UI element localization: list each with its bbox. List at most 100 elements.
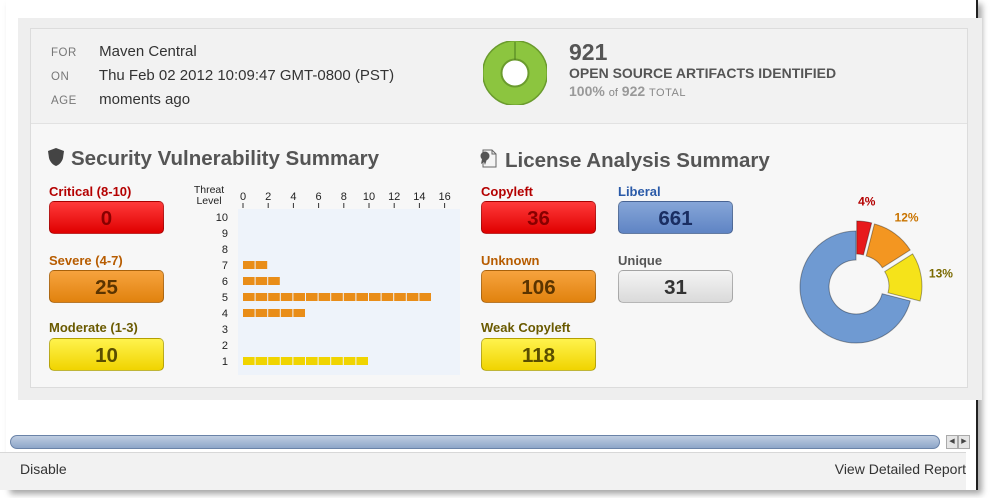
license-document-icon: [480, 149, 497, 168]
artifacts-percent: 100%: [569, 83, 605, 99]
security-title: Security Vulnerability Summary: [71, 147, 379, 170]
bar-segment: [343, 293, 356, 301]
summary-card: FOR Maven Central ON Thu Feb 02 2012 10:…: [30, 28, 968, 388]
x-tick-label: 8: [341, 191, 347, 203]
x-tick-label: 14: [413, 191, 425, 203]
donut-slice-label: 13%: [929, 267, 953, 281]
bar-segment: [280, 357, 293, 365]
scroll-left-button[interactable]: ◀: [946, 435, 958, 449]
severe-label: Severe (4-7): [49, 253, 123, 268]
for-value: Maven Central: [99, 43, 197, 60]
meta-on: ON Thu Feb 02 2012 10:09:47 GMT-0800 (PS…: [51, 67, 394, 84]
moderate-count[interactable]: 10: [49, 338, 164, 371]
bar-segment: [268, 357, 280, 365]
bar-segment: [381, 293, 394, 301]
y-tick-label: 9: [222, 228, 228, 240]
bar-segment: [243, 309, 255, 317]
weak-copyleft-count[interactable]: 118: [481, 338, 596, 371]
artifacts-count: 921: [569, 39, 608, 65]
y-tick-label: 8: [222, 244, 228, 256]
disable-link[interactable]: Disable: [20, 461, 67, 477]
artifacts-total-number: 922: [621, 83, 646, 99]
license-title-row: License Analysis Summary: [479, 147, 770, 173]
bar-segment: [293, 293, 305, 301]
meta-for: FOR Maven Central: [51, 43, 197, 60]
y-tick-label: 7: [222, 260, 228, 272]
bar-segment: [268, 309, 280, 317]
on-label: ON: [51, 71, 70, 83]
bar-segment: [406, 293, 419, 301]
bar-segment: [243, 261, 255, 269]
age-value: moments ago: [99, 91, 191, 108]
view-detailed-report-link[interactable]: View Detailed Report: [835, 461, 966, 477]
y-tick-label: 1: [222, 356, 228, 368]
bar-segment: [343, 357, 356, 365]
x-tick-label: 2: [265, 191, 271, 203]
artifacts-total: 100% of 922 TOTAL: [569, 83, 686, 99]
bar-segment: [356, 293, 368, 301]
artifacts-of: of: [608, 87, 618, 99]
bar-segment: [255, 293, 268, 301]
critical-count[interactable]: 0: [49, 201, 164, 234]
y-tick-label: 5: [222, 292, 228, 304]
donut-slice-label: 12%: [895, 210, 919, 224]
x-tick-label: 10: [363, 191, 375, 203]
bar-segment: [255, 261, 268, 269]
bar-segment: [306, 293, 318, 301]
severe-count[interactable]: 25: [49, 270, 164, 303]
shield-icon: [48, 148, 64, 166]
meta-age: AGE moments ago: [51, 91, 190, 108]
bar-segment: [268, 277, 280, 285]
bar-segment: [318, 293, 331, 301]
y-tick-label: 4: [222, 308, 228, 320]
scrollbar-thumb[interactable]: [10, 435, 940, 449]
for-label: FOR: [51, 47, 77, 59]
unique-label: Unique: [618, 253, 663, 268]
bar-segment: [293, 309, 305, 317]
bar-segment: [243, 277, 255, 285]
liberal-count[interactable]: 661: [618, 201, 733, 234]
y-tick-label: 3: [222, 324, 228, 336]
x-tick-label: 6: [316, 191, 322, 203]
artifacts-total-label: TOTAL: [649, 87, 686, 99]
license-title: License Analysis Summary: [505, 149, 770, 172]
x-tick-label: 16: [438, 191, 450, 203]
artifacts-label: OPEN SOURCE ARTIFACTS IDENTIFIED: [569, 65, 837, 81]
copyleft-count[interactable]: 36: [481, 201, 596, 234]
y-tick-label: 2: [222, 340, 228, 352]
moderate-label: Moderate (1-3): [49, 320, 138, 335]
bar-segment: [243, 357, 255, 365]
horizontal-scrollbar[interactable]: ◀ ▶: [10, 435, 970, 449]
unknown-count[interactable]: 106: [481, 270, 596, 303]
bar-segment: [293, 357, 305, 365]
threat-level-chart: Threat Level 0 2 4 6 8 10 12 14 16 10 9 8 7 6 5 4 3 2 1: [186, 184, 462, 375]
unknown-label: Unknown: [481, 253, 540, 268]
bar-segment: [280, 293, 293, 301]
bar-segment: [280, 309, 293, 317]
license-donut-chart: 4% 12% 13%: [799, 195, 953, 344]
footer-bar: Disable View Detailed Report: [0, 452, 966, 490]
bar-segment: [318, 357, 331, 365]
bar-segment: [356, 357, 368, 365]
bar-segment: [268, 293, 280, 301]
copyleft-label: Copyleft: [481, 184, 533, 199]
critical-label: Critical (8-10): [49, 184, 132, 199]
bar-segment: [255, 357, 268, 365]
bar-segment: [419, 293, 431, 301]
bar-segment: [255, 309, 268, 317]
bar-segment: [331, 357, 343, 365]
donut-slice-label: 4%: [858, 195, 876, 209]
threat-bars: 0 2 4 6 8 10 12 14 16 10 9 8 7 6 5 4 3 2 1: [216, 191, 451, 368]
scroll-right-button[interactable]: ▶: [958, 435, 970, 449]
age-label: AGE: [51, 95, 77, 107]
unique-count[interactable]: 31: [618, 270, 733, 303]
artifacts-donut: [483, 41, 547, 105]
y-tick-label: 10: [216, 212, 228, 224]
bar-segment: [306, 357, 318, 365]
liberal-label: Liberal: [618, 184, 661, 199]
y-tick-label: 6: [222, 276, 228, 288]
x-tick-label: 0: [240, 191, 246, 203]
on-value: Thu Feb 02 2012 10:09:47 GMT-0800 (PST): [98, 67, 395, 84]
bar-segment: [369, 293, 381, 301]
security-title-row: Security Vulnerability Summary: [47, 147, 379, 171]
